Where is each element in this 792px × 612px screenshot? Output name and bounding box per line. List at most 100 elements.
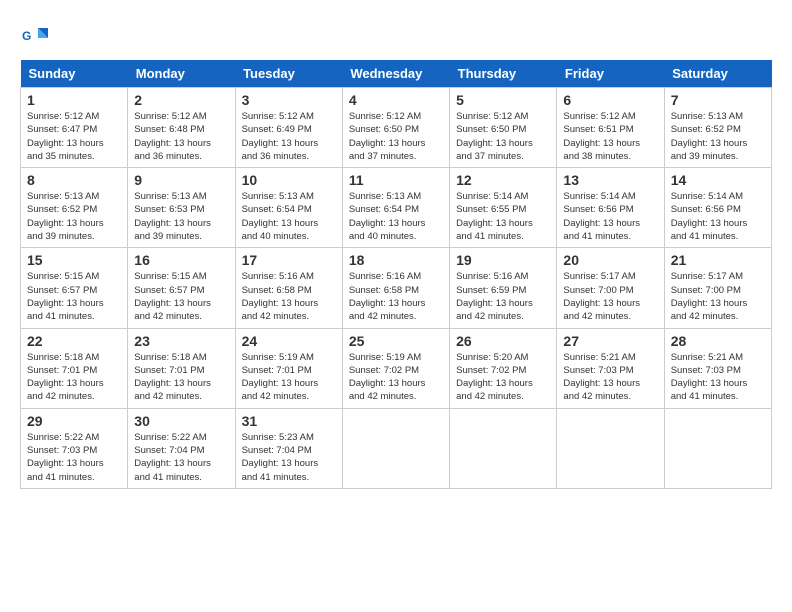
- day-number: 28: [671, 333, 765, 349]
- svg-text:G: G: [22, 29, 31, 43]
- day-detail: Sunrise: 5:12 AMSunset: 6:51 PMDaylight:…: [563, 110, 657, 163]
- day-number: 17: [242, 252, 336, 268]
- day-detail: Sunrise: 5:13 AMSunset: 6:53 PMDaylight:…: [134, 190, 228, 243]
- day-cell-29: 29 Sunrise: 5:22 AMSunset: 7:03 PMDayligh…: [21, 408, 128, 488]
- day-detail: Sunrise: 5:21 AMSunset: 7:03 PMDaylight:…: [563, 351, 657, 404]
- day-number: 12: [456, 172, 550, 188]
- day-header-monday: Monday: [128, 60, 235, 88]
- day-cell-23: 23Sunrise: 5:18 AMSunset: 7:01 PMDayligh…: [128, 328, 235, 408]
- day-cell-26: 26 Sunrise: 5:20 AMSunset: 7:02 PMDayligh…: [450, 328, 557, 408]
- day-number: 14: [671, 172, 765, 188]
- day-detail: Sunrise: 5:19 AMSunset: 7:02 PMDaylight:…: [349, 351, 443, 404]
- day-detail: Sunrise: 5:13 AMSunset: 6:52 PMDaylight:…: [27, 190, 121, 243]
- day-number: 16: [134, 252, 228, 268]
- day-detail: Sunrise: 5:19 AMSunset: 7:01 PMDaylight:…: [242, 351, 336, 404]
- day-detail: Sunrise: 5:14 AMSunset: 6:56 PMDaylight:…: [563, 190, 657, 243]
- day-detail: Sunrise: 5:16 AMSunset: 6:58 PMDaylight:…: [349, 270, 443, 323]
- day-cell-7: 7 Sunrise: 5:13 AMSunset: 6:52 PMDaylight…: [664, 88, 771, 168]
- day-cell-9: 9 Sunrise: 5:13 AMSunset: 6:53 PMDaylight…: [128, 168, 235, 248]
- day-detail: Sunrise: 5:21 AMSunset: 7:03 PMDaylight:…: [671, 351, 765, 404]
- day-number: 23: [134, 333, 228, 349]
- day-cell-4: 4Sunrise: 5:12 AMSunset: 6:50 PMDaylight…: [342, 88, 449, 168]
- day-cell-16: 16 Sunrise: 5:15 AMSunset: 6:57 PMDayligh…: [128, 248, 235, 328]
- day-cell-30: 30 Sunrise: 5:22 AMSunset: 7:04 PMDayligh…: [128, 408, 235, 488]
- day-detail: Sunrise: 5:16 AMSunset: 6:59 PMDaylight:…: [456, 270, 550, 323]
- day-number: 30: [134, 413, 228, 429]
- day-cell-22: 22 Sunrise: 5:18 AMSunset: 7:01 PMDayligh…: [21, 328, 128, 408]
- day-number: 27: [563, 333, 657, 349]
- day-cell-10: 10Sunrise: 5:13 AMSunset: 6:54 PMDayligh…: [235, 168, 342, 248]
- logo-icon: G: [20, 20, 50, 50]
- day-detail: Sunrise: 5:22 AMSunset: 7:04 PMDaylight:…: [134, 431, 228, 484]
- week-row-1: 1 Sunrise: 5:12 AMSunset: 6:47 PMDaylight…: [21, 88, 772, 168]
- day-cell-18: 18 Sunrise: 5:16 AMSunset: 6:58 PMDayligh…: [342, 248, 449, 328]
- day-number: 6: [563, 92, 657, 108]
- week-row-5: 29 Sunrise: 5:22 AMSunset: 7:03 PMDayligh…: [21, 408, 772, 488]
- day-number: 24: [242, 333, 336, 349]
- day-cell-21: 21 Sunrise: 5:17 AMSunset: 7:00 PMDayligh…: [664, 248, 771, 328]
- day-number: 8: [27, 172, 121, 188]
- day-number: 26: [456, 333, 550, 349]
- day-number: 18: [349, 252, 443, 268]
- day-detail: Sunrise: 5:17 AMSunset: 7:00 PMDaylight:…: [563, 270, 657, 323]
- day-detail: Sunrise: 5:22 AMSunset: 7:03 PMDaylight:…: [27, 431, 121, 484]
- calendar-table: SundayMondayTuesdayWednesdayThursdayFrid…: [20, 60, 772, 489]
- week-row-4: 22 Sunrise: 5:18 AMSunset: 7:01 PMDayligh…: [21, 328, 772, 408]
- day-number: 22: [27, 333, 121, 349]
- day-detail: Sunrise: 5:15 AMSunset: 6:57 PMDaylight:…: [134, 270, 228, 323]
- day-number: 13: [563, 172, 657, 188]
- day-number: 5: [456, 92, 550, 108]
- day-detail: Sunrise: 5:20 AMSunset: 7:02 PMDaylight:…: [456, 351, 550, 404]
- day-detail: Sunrise: 5:12 AMSunset: 6:50 PMDaylight:…: [456, 110, 550, 163]
- week-row-3: 15 Sunrise: 5:15 AMSunset: 6:57 PMDayligh…: [21, 248, 772, 328]
- day-cell-19: 19 Sunrise: 5:16 AMSunset: 6:59 PMDayligh…: [450, 248, 557, 328]
- day-cell-5: 5 Sunrise: 5:12 AMSunset: 6:50 PMDaylight…: [450, 88, 557, 168]
- logo: G: [20, 20, 54, 50]
- day-cell-27: 27 Sunrise: 5:21 AMSunset: 7:03 PMDayligh…: [557, 328, 664, 408]
- day-detail: Sunrise: 5:17 AMSunset: 7:00 PMDaylight:…: [671, 270, 765, 323]
- day-detail: Sunrise: 5:13 AMSunset: 6:54 PMDaylight:…: [349, 190, 443, 243]
- day-cell-24: 24 Sunrise: 5:19 AMSunset: 7:01 PMDayligh…: [235, 328, 342, 408]
- day-number: 29: [27, 413, 121, 429]
- day-detail: Sunrise: 5:12 AMSunset: 6:48 PMDaylight:…: [134, 110, 228, 163]
- empty-cell: [557, 408, 664, 488]
- day-header-tuesday: Tuesday: [235, 60, 342, 88]
- day-cell-2: 2Sunrise: 5:12 AMSunset: 6:48 PMDaylight…: [128, 88, 235, 168]
- day-number: 3: [242, 92, 336, 108]
- day-number: 25: [349, 333, 443, 349]
- day-header-saturday: Saturday: [664, 60, 771, 88]
- day-number: 7: [671, 92, 765, 108]
- day-detail: Sunrise: 5:13 AMSunset: 6:52 PMDaylight:…: [671, 110, 765, 163]
- day-cell-31: 31Sunrise: 5:23 AMSunset: 7:04 PMDayligh…: [235, 408, 342, 488]
- day-detail: Sunrise: 5:12 AMSunset: 6:49 PMDaylight:…: [242, 110, 336, 163]
- day-number: 31: [242, 413, 336, 429]
- day-header-sunday: Sunday: [21, 60, 128, 88]
- day-number: 1: [27, 92, 121, 108]
- day-cell-11: 11 Sunrise: 5:13 AMSunset: 6:54 PMDayligh…: [342, 168, 449, 248]
- day-cell-25: 25 Sunrise: 5:19 AMSunset: 7:02 PMDayligh…: [342, 328, 449, 408]
- day-header-thursday: Thursday: [450, 60, 557, 88]
- day-header-wednesday: Wednesday: [342, 60, 449, 88]
- day-cell-8: 8 Sunrise: 5:13 AMSunset: 6:52 PMDaylight…: [21, 168, 128, 248]
- day-number: 9: [134, 172, 228, 188]
- day-number: 4: [349, 92, 443, 108]
- day-number: 15: [27, 252, 121, 268]
- day-cell-17: 17Sunrise: 5:16 AMSunset: 6:58 PMDayligh…: [235, 248, 342, 328]
- day-cell-1: 1 Sunrise: 5:12 AMSunset: 6:47 PMDaylight…: [21, 88, 128, 168]
- empty-cell: [664, 408, 771, 488]
- day-cell-20: 20Sunrise: 5:17 AMSunset: 7:00 PMDayligh…: [557, 248, 664, 328]
- day-number: 11: [349, 172, 443, 188]
- day-detail: Sunrise: 5:12 AMSunset: 6:47 PMDaylight:…: [27, 110, 121, 163]
- day-cell-12: 12 Sunrise: 5:14 AMSunset: 6:55 PMDayligh…: [450, 168, 557, 248]
- day-number: 19: [456, 252, 550, 268]
- week-row-2: 8 Sunrise: 5:13 AMSunset: 6:52 PMDaylight…: [21, 168, 772, 248]
- day-cell-14: 14Sunrise: 5:14 AMSunset: 6:56 PMDayligh…: [664, 168, 771, 248]
- empty-cell: [342, 408, 449, 488]
- day-cell-6: 6 Sunrise: 5:12 AMSunset: 6:51 PMDaylight…: [557, 88, 664, 168]
- header-row: SundayMondayTuesdayWednesdayThursdayFrid…: [21, 60, 772, 88]
- day-detail: Sunrise: 5:14 AMSunset: 6:55 PMDaylight:…: [456, 190, 550, 243]
- empty-cell: [450, 408, 557, 488]
- day-number: 21: [671, 252, 765, 268]
- day-cell-13: 13 Sunrise: 5:14 AMSunset: 6:56 PMDayligh…: [557, 168, 664, 248]
- day-detail: Sunrise: 5:18 AMSunset: 7:01 PMDaylight:…: [27, 351, 121, 404]
